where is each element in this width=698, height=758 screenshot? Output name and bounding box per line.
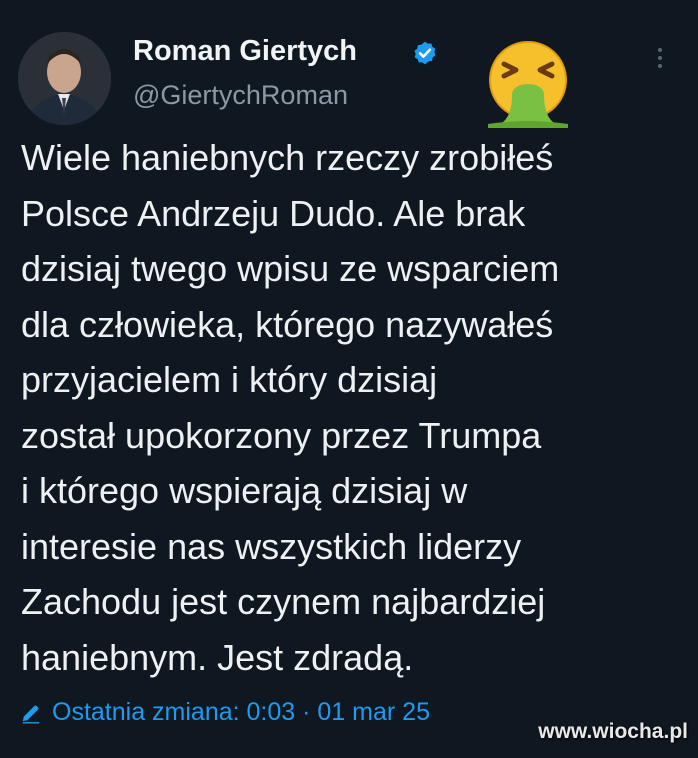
tweet-line: Zachodu jest czynem najbardziej xyxy=(21,581,546,622)
tweet-line: Wiele haniebnych rzeczy zrobiłeś xyxy=(21,137,554,178)
tweet-line: interesie nas wszystkich liderzy xyxy=(21,525,522,567)
edited-label: Ostatnia zmiana: 0:03 · 01 mar 25 xyxy=(52,698,430,726)
pencil-icon xyxy=(22,705,40,724)
avatar[interactable] xyxy=(18,32,111,125)
author-name[interactable]: Roman Giertych xyxy=(133,35,357,68)
edit-history-link[interactable]: Ostatnia zmiana: 0:03 · 01 mar 25 xyxy=(20,698,430,727)
tweet-text: Wiele haniebnych rzeczy zrobiłeś Polsce … xyxy=(21,130,681,685)
author-handle[interactable]: @GiertychRoman xyxy=(133,80,348,111)
tweet-line: przyjacielem i który dzisiaj xyxy=(21,359,438,400)
verified-badge-icon xyxy=(414,41,436,65)
tweet-line: został upokorzony przez Trumpa xyxy=(21,414,542,456)
tweet-line: Polsce Andrzeju Dudo. Ale brak xyxy=(21,192,526,234)
vomiting-face-emoji xyxy=(488,41,568,128)
tweet-line: dla człowieka, którego nazywałeś xyxy=(21,303,554,345)
watermark: www.wiocha.pl xyxy=(538,720,688,743)
more-options-icon[interactable] xyxy=(652,44,668,74)
tweet-line: haniebnym. Jest zdradą. xyxy=(21,636,414,678)
tweet-line: i którego wspierają dzisiaj w xyxy=(21,470,468,511)
tweet-line: dzisiaj twego wpisu ze wsparciem xyxy=(21,248,560,289)
